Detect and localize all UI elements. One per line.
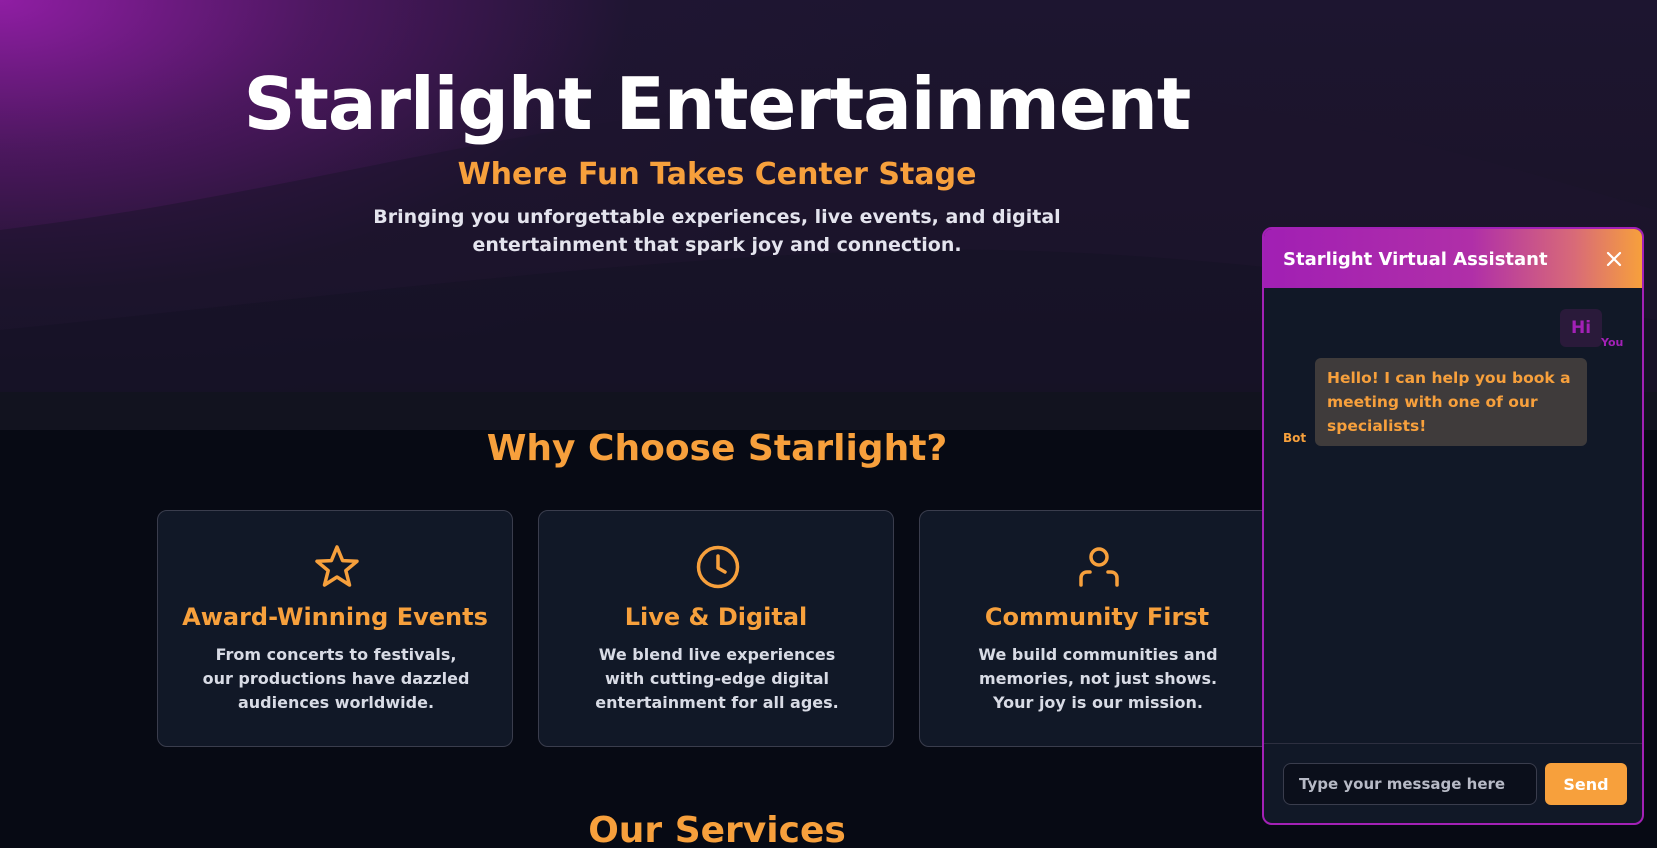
chat-footer: Send [1264,743,1642,823]
feature-card-community: Community First We build communities and… [919,510,1275,747]
chat-title: Starlight Virtual Assistant [1283,249,1548,270]
user-message: Hi [1560,309,1602,347]
hero-description: Bringing you unforgettable experiences, … [373,206,1061,256]
send-button[interactable]: Send [1545,763,1627,805]
feature-card-title: Live & Digital [624,603,808,631]
feature-card-title: Community First [984,603,1210,631]
services-section-title: Our Services [588,810,846,848]
feature-card-text: From concerts to festivals, our producti… [202,645,470,712]
page: Starlight Entertainment Where Fun Takes … [0,0,1657,848]
clock-icon [696,545,740,589]
feature-card-title: Award-Winning Events [182,603,488,631]
chat-header: Starlight Virtual Assistant [1264,229,1642,288]
bot-message-sender: Bot [1283,431,1307,445]
hero-subtitle: Where Fun Takes Center Stage [457,157,977,192]
bot-message: Hello! I can help you book a meeting wit… [1315,358,1587,446]
user-message-sender: You [1601,336,1624,349]
feature-card-text: We blend live experiences with cutting-e… [595,645,839,712]
why-section-title: Why Choose Starlight? [486,428,948,469]
user-icon [1079,547,1119,587]
hero-title: Starlight Entertainment [243,62,1192,146]
star-icon [315,545,359,587]
chat-message-input[interactable] [1283,763,1537,805]
chat-widget: Starlight Virtual Assistant Hi You Bot H… [1262,227,1644,825]
chat-messages: Hi You Bot Hello! I can help you book a … [1264,288,1642,729]
close-icon[interactable] [1600,245,1628,273]
feature-card-awards: Award-Winning Events From concerts to fe… [157,510,513,747]
feature-card-text: We build communities and memories, not j… [978,645,1218,712]
feature-card-live-digital: Live & Digital We blend live experiences… [538,510,894,747]
